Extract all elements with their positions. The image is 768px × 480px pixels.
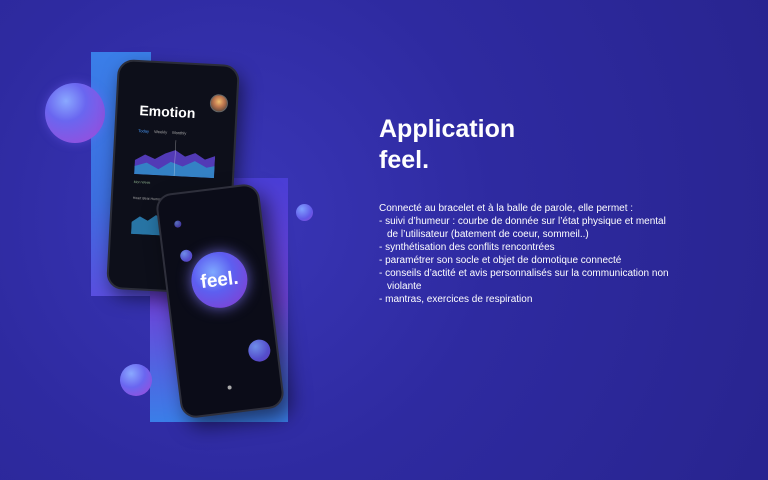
list-item-continuation: violante bbox=[387, 281, 422, 292]
tab-monthly: Monthly bbox=[172, 129, 187, 136]
emotion-screen-title: Emotion bbox=[139, 102, 196, 122]
description: Connecté au bracelet et à la balle de pa… bbox=[379, 202, 739, 306]
decorative-bubble-tiny bbox=[296, 204, 313, 221]
decorative-bubble-large bbox=[45, 83, 105, 143]
list-item: - paramétrer son socle et objet de domot… bbox=[379, 255, 622, 266]
list-item: - conseils d’actité et avis personnalisé… bbox=[379, 268, 669, 279]
feel-logo-text: feel. bbox=[199, 267, 240, 294]
decorative-dot bbox=[173, 220, 182, 228]
list-item: - synthétisation des conflits rencontrée… bbox=[379, 242, 555, 253]
list-item: - suivi d’humeur : courbe de donnée sur … bbox=[379, 216, 666, 227]
emotion-sub-tabs: Heart Beat Humor bbox=[132, 195, 162, 202]
page-title: Application feel. bbox=[379, 114, 515, 176]
title-line-2: feel. bbox=[379, 146, 430, 174]
avatar bbox=[209, 93, 229, 113]
decorative-dot bbox=[247, 338, 272, 363]
emotion-area-chart bbox=[134, 140, 216, 179]
decorative-bubble-small bbox=[120, 364, 152, 396]
home-indicator-icon bbox=[227, 385, 232, 390]
emotion-period-tabs: Today Weekly Monthly bbox=[138, 128, 190, 136]
description-intro: Connecté au bracelet et à la balle de pa… bbox=[379, 203, 634, 214]
list-item: - mantras, exercices de respiration bbox=[379, 294, 533, 305]
feel-logo-ball: feel. bbox=[188, 248, 251, 312]
decorative-dot bbox=[179, 249, 193, 263]
tab-weekly: Weekly bbox=[154, 128, 168, 135]
list-item-continuation: de l’utilisateur (batement de coeur, som… bbox=[387, 229, 589, 240]
emotion-chart-legend: Mon Week bbox=[133, 179, 151, 185]
title-line-1: Application bbox=[379, 115, 516, 143]
tab-today: Today bbox=[138, 128, 150, 134]
